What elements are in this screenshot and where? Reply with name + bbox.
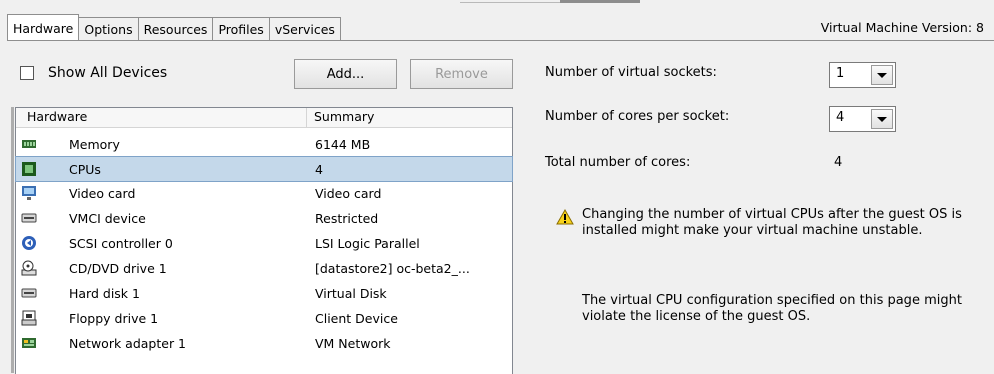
tab-vservices[interactable]: vServices	[268, 17, 341, 41]
column-separator	[306, 108, 307, 127]
row-summary: LSI Logic Parallel	[315, 235, 420, 251]
list-item-cpus[interactable]: CPUs 4	[15, 156, 513, 182]
row-name: CD/DVD drive 1	[69, 260, 167, 276]
cpu-settings-panel: Number of virtual sockets: 1 Number of c…	[545, 41, 994, 373]
tab-resources[interactable]: Resources	[137, 17, 214, 41]
tab-profiles[interactable]: Profiles	[212, 17, 270, 41]
list-header: Hardware Summary	[16, 108, 512, 128]
row-name: Floppy drive 1	[69, 310, 159, 326]
list-item-vmci-device[interactable]: VMCI device Restricted	[16, 206, 512, 230]
row-name: Network adapter 1	[69, 335, 187, 351]
row-summary: Video card	[315, 185, 382, 201]
tab-hardware[interactable]: Hardware	[7, 14, 80, 41]
column-summary[interactable]: Summary	[314, 109, 374, 124]
row-name: Memory	[69, 136, 120, 152]
list-item-network-adapter[interactable]: Network adapter 1 VM Network	[16, 331, 512, 355]
row-name: CPUs	[69, 161, 101, 177]
row-name: VMCI device	[69, 210, 146, 226]
chevron-down-icon[interactable]	[871, 65, 893, 85]
list-item-scsi-controller[interactable]: SCSI controller 0 LSI Logic Parallel	[16, 231, 512, 255]
row-summary: 4	[315, 161, 323, 177]
top-edge	[0, 0, 994, 8]
cores-per-socket-label: Number of cores per socket:	[545, 109, 730, 124]
tab-bar: Hardware Options Resources Profiles vSer…	[7, 14, 341, 41]
checkbox-box[interactable]	[20, 66, 34, 80]
list-item-video-card[interactable]: Video card Video card	[16, 181, 512, 205]
list-item-memory[interactable]: Memory 6144 MB	[16, 132, 512, 156]
tab-options[interactable]: Options	[78, 17, 139, 41]
list-item-cd-dvd-drive[interactable]: CD/DVD drive 1 [datastore2] oc-beta2_...	[16, 256, 512, 280]
sockets-value: 1	[836, 66, 845, 81]
row-summary: Client Device	[315, 310, 398, 326]
row-name: Video card	[69, 185, 136, 201]
row-name: SCSI controller 0	[69, 235, 173, 251]
total-cores-label: Total number of cores:	[545, 155, 691, 170]
row-name: Hard disk 1	[69, 285, 140, 301]
remove-button[interactable]: Remove	[410, 59, 513, 89]
row-summary: 6144 MB	[315, 136, 371, 152]
show-all-devices-checkbox[interactable]: Show All Devices	[20, 65, 167, 81]
sockets-label: Number of virtual sockets:	[545, 65, 717, 80]
list-scroll-edge	[11, 107, 14, 373]
vm-version-label: Virtual Machine Version: 8	[820, 20, 984, 35]
hard-disk-icon	[21, 288, 37, 298]
add-button[interactable]: Add...	[294, 59, 397, 89]
scsi-icon	[22, 236, 36, 250]
cores-value: 4	[836, 110, 845, 125]
show-all-label: Show All Devices	[48, 65, 168, 81]
cd-drive-icon	[21, 260, 37, 276]
sockets-dropdown[interactable]: 1	[829, 62, 896, 88]
device-icon	[21, 213, 37, 223]
row-summary: VM Network	[315, 335, 391, 351]
cpu-icon	[22, 162, 36, 176]
row-summary: Virtual Disk	[315, 285, 387, 301]
row-summary: [datastore2] oc-beta2_...	[315, 260, 470, 276]
floppy-icon	[21, 310, 37, 326]
monitor-icon	[22, 186, 36, 200]
list-item-floppy-drive[interactable]: Floppy drive 1 Client Device	[16, 306, 512, 330]
column-hardware[interactable]: Hardware	[27, 109, 87, 124]
memory-icon	[22, 140, 36, 148]
license-note: The virtual CPU configuration specified …	[582, 293, 962, 324]
warning-icon	[556, 209, 574, 225]
network-icon	[22, 338, 36, 348]
cores-dropdown[interactable]: 4	[829, 106, 896, 132]
row-summary: Restricted	[315, 210, 379, 226]
warning-text: Changing the number of virtual CPUs afte…	[582, 207, 962, 238]
total-cores-value: 4	[834, 155, 843, 170]
list-item-hard-disk[interactable]: Hard disk 1 Virtual Disk	[16, 281, 512, 305]
chevron-down-icon[interactable]	[871, 109, 893, 129]
hardware-list[interactable]: Hardware Summary Memory 6144 MB CPUs 4 V…	[15, 107, 513, 374]
